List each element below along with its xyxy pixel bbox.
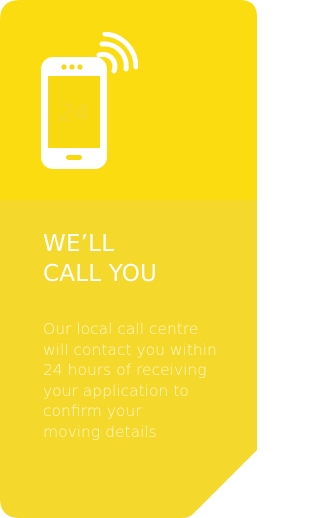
card-heading: WE’LL CALL YOU	[43, 229, 157, 289]
card-heading-line: WE’LL	[43, 231, 115, 257]
phone-screen-number: 24	[59, 99, 90, 127]
card-description-line: moving details	[43, 422, 157, 441]
card-description-line: confirm your	[43, 402, 142, 420]
phone-home-button	[66, 155, 82, 160]
card-description: Our local call centre will contact you w…	[43, 319, 253, 442]
card-description-line: 24 hours of receiving	[43, 361, 207, 379]
card-description-line: Our local call centre	[43, 320, 199, 338]
smartphone-signal-icon: 24	[41, 32, 138, 169]
card-heading-line: CALL YOU	[43, 261, 158, 287]
card-description-line: your application to	[43, 381, 189, 400]
card-description-line: will contact you within	[43, 340, 217, 359]
call-you-card: 24 WE’LL CALL YOU Our local call centre …	[0, 0, 257, 518]
